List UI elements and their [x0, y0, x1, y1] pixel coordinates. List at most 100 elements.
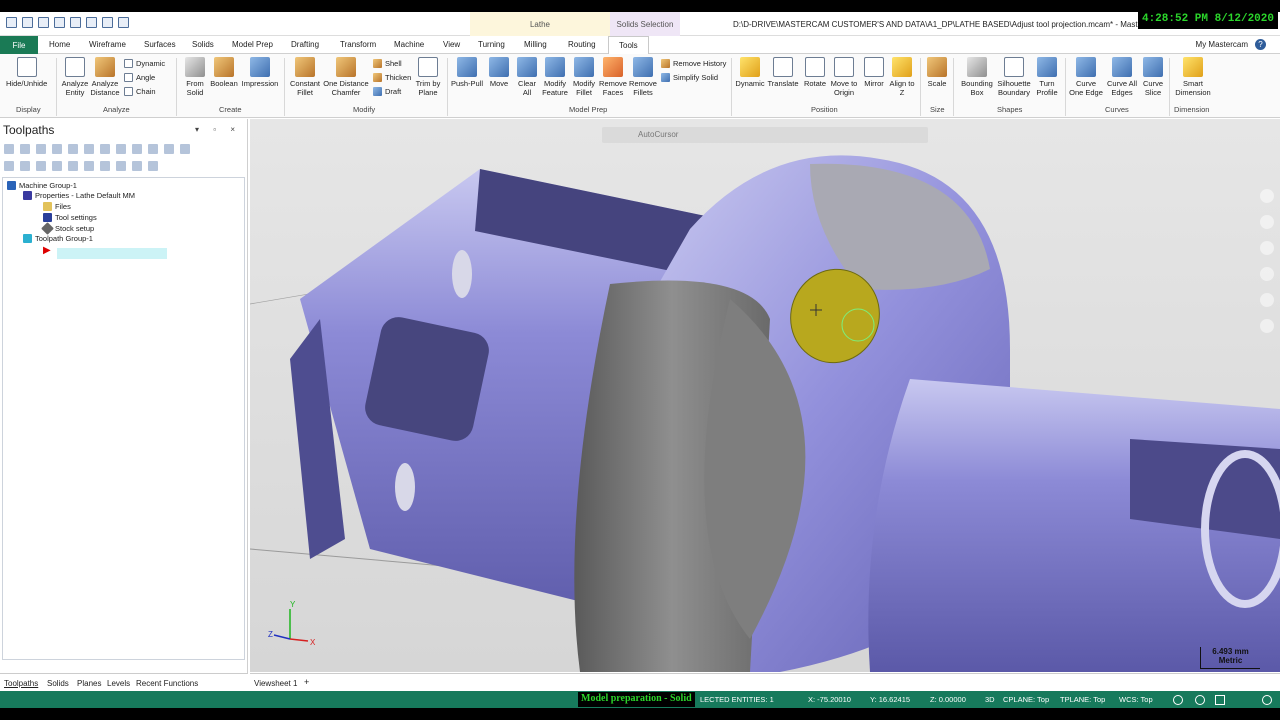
display-tool-icon[interactable] — [132, 161, 142, 171]
panel-controls[interactable]: ▾ ▫ × — [195, 125, 241, 134]
info-icon[interactable] — [1262, 695, 1272, 705]
print-preview-icon[interactable] — [86, 17, 97, 28]
from-solid-button[interactable]: From Solid — [182, 57, 208, 97]
translate-button[interactable]: Translate — [767, 57, 799, 88]
tab-levels[interactable]: Levels — [107, 679, 130, 688]
high-feed-icon[interactable] — [132, 144, 142, 154]
hide-unhide-button[interactable]: Hide/Unhide — [6, 57, 47, 88]
boolean-button[interactable]: Boolean — [209, 57, 239, 88]
curve-all-edges-button[interactable]: Curve All Edges — [1104, 57, 1140, 97]
curve-slice-button[interactable]: Curve Slice — [1140, 57, 1166, 97]
modify-fillet-button[interactable]: Modify Fillet — [570, 57, 598, 97]
tree-node-tool-settings[interactable]: Tool settings — [43, 213, 97, 222]
align-to-z-button[interactable]: Align to Z — [889, 57, 915, 97]
tree-node-toolpath-group[interactable]: Toolpath Group-1 — [23, 234, 93, 243]
tab-routing[interactable]: Routing — [568, 40, 596, 49]
tab-tools[interactable]: Tools — [608, 36, 649, 54]
toggle-posting-icon[interactable] — [36, 161, 46, 171]
view-mode-button[interactable]: 3D — [985, 695, 995, 704]
remove-fillets-button[interactable]: Remove Fillets — [628, 57, 658, 97]
redo-icon[interactable] — [118, 17, 129, 28]
analyze-entity-button[interactable]: Analyze Entity — [60, 57, 90, 97]
help-icon[interactable]: ? — [1255, 39, 1266, 50]
globe-icon[interactable] — [1173, 695, 1183, 705]
verify-icon[interactable] — [84, 144, 94, 154]
modify-feature-button[interactable]: Modify Feature — [540, 57, 570, 97]
select-invalid-icon[interactable] — [20, 144, 30, 154]
tab-milling[interactable]: Milling — [524, 40, 547, 49]
save-icon[interactable] — [38, 17, 49, 28]
tab-model-prep[interactable]: Model Prep — [232, 40, 273, 49]
move-down-icon[interactable] — [52, 161, 62, 171]
lock-icon[interactable] — [164, 144, 174, 154]
tab-recent-functions[interactable]: Recent Functions — [136, 679, 198, 688]
wcs-button[interactable]: WCS: Top — [1119, 695, 1153, 704]
tab-wireframe[interactable]: Wireframe — [89, 40, 126, 49]
post-icon[interactable] — [116, 144, 126, 154]
view-icon[interactable] — [1260, 189, 1274, 203]
regenerate-dirty-icon[interactable] — [52, 144, 62, 154]
constant-fillet-button[interactable]: Constant Fillet — [288, 57, 322, 97]
tab-solids-panel[interactable]: Solids — [47, 679, 69, 688]
trim-by-plane-button[interactable]: Trim by Plane — [412, 57, 444, 97]
shading-icon[interactable] — [1215, 695, 1225, 705]
view-icon[interactable] — [1260, 215, 1274, 229]
view-icon[interactable] — [1260, 241, 1274, 255]
cplane-button[interactable]: CPLANE: Top — [1003, 695, 1049, 704]
dynamic-analyze-button[interactable]: Dynamic — [124, 59, 165, 68]
curve-one-edge-button[interactable]: Curve One Edge — [1068, 57, 1104, 97]
autocursor-toolbar[interactable]: AutoCursor — [602, 127, 928, 143]
single-display-icon[interactable] — [116, 161, 126, 171]
tab-planes[interactable]: Planes — [77, 679, 101, 688]
view-icon[interactable] — [1260, 293, 1274, 307]
shell-button[interactable]: Shell — [373, 59, 402, 68]
tab-home[interactable]: Home — [49, 40, 70, 49]
insert-arrow-icon[interactable] — [84, 161, 94, 171]
analyze-distance-button[interactable]: Analyze Distance — [90, 57, 120, 97]
thicken-button[interactable]: Thicken — [373, 73, 411, 82]
draft-button[interactable]: Draft — [373, 87, 401, 96]
tab-turning[interactable]: Turning — [478, 40, 505, 49]
tplane-button[interactable]: TPLANE: Top — [1060, 695, 1105, 704]
angle-analyze-button[interactable]: Angle — [124, 73, 155, 82]
mirror-button[interactable]: Mirror — [861, 57, 887, 88]
push-pull-button[interactable]: Push-Pull — [450, 57, 484, 88]
print-icon[interactable] — [70, 17, 81, 28]
help-toolpath-icon[interactable] — [180, 144, 190, 154]
tab-view[interactable]: View — [443, 40, 460, 49]
display-mode-icon[interactable] — [1195, 695, 1205, 705]
chain-analyze-button[interactable]: Chain — [124, 87, 156, 96]
viewsheet-tab[interactable]: Viewsheet 1 — [254, 679, 297, 688]
select-all-icon[interactable] — [4, 144, 14, 154]
turn-profile-button[interactable]: Turn Profile — [1033, 57, 1061, 97]
tab-file[interactable]: File — [0, 36, 38, 54]
impression-button[interactable]: Impression — [240, 57, 280, 88]
tab-transform[interactable]: Transform — [340, 40, 376, 49]
move-up-icon[interactable] — [68, 161, 78, 171]
silhouette-boundary-button[interactable]: Silhouette Boundary — [996, 57, 1032, 97]
tab-solids[interactable]: Solids — [192, 40, 214, 49]
tree-node-stock-setup[interactable]: Stock setup — [41, 222, 94, 235]
clear-all-button[interactable]: Clear All — [514, 57, 540, 97]
remove-faces-button[interactable]: Remove Faces — [598, 57, 628, 97]
simplify-solid-button[interactable]: Simplify Solid — [661, 73, 718, 82]
open-file-icon[interactable] — [22, 17, 33, 28]
tab-machine[interactable]: Machine — [394, 40, 424, 49]
one-distance-chamfer-button[interactable]: One Distance Chamfer — [323, 57, 369, 97]
folder-icon[interactable] — [54, 17, 65, 28]
new-file-icon[interactable] — [6, 17, 17, 28]
move-button[interactable]: Move — [486, 57, 512, 88]
tab-surfaces[interactable]: Surfaces — [144, 40, 176, 49]
remove-history-button[interactable]: Remove History — [661, 59, 726, 68]
tree-node-files[interactable]: Files — [43, 202, 71, 211]
tab-toolpaths[interactable]: Toolpaths — [4, 679, 38, 688]
backplot-icon[interactable] — [68, 144, 78, 154]
add-viewsheet-button[interactable]: + — [304, 677, 309, 687]
tab-drafting[interactable]: Drafting — [291, 40, 319, 49]
my-mastercam-link[interactable]: My Mastercam — [1196, 40, 1248, 49]
delete-icon[interactable] — [148, 144, 158, 154]
view-icon[interactable] — [1260, 267, 1274, 281]
undo-icon[interactable] — [102, 17, 113, 28]
simulate-icon[interactable] — [100, 144, 110, 154]
bounding-box-button[interactable]: Bounding Box — [958, 57, 996, 97]
